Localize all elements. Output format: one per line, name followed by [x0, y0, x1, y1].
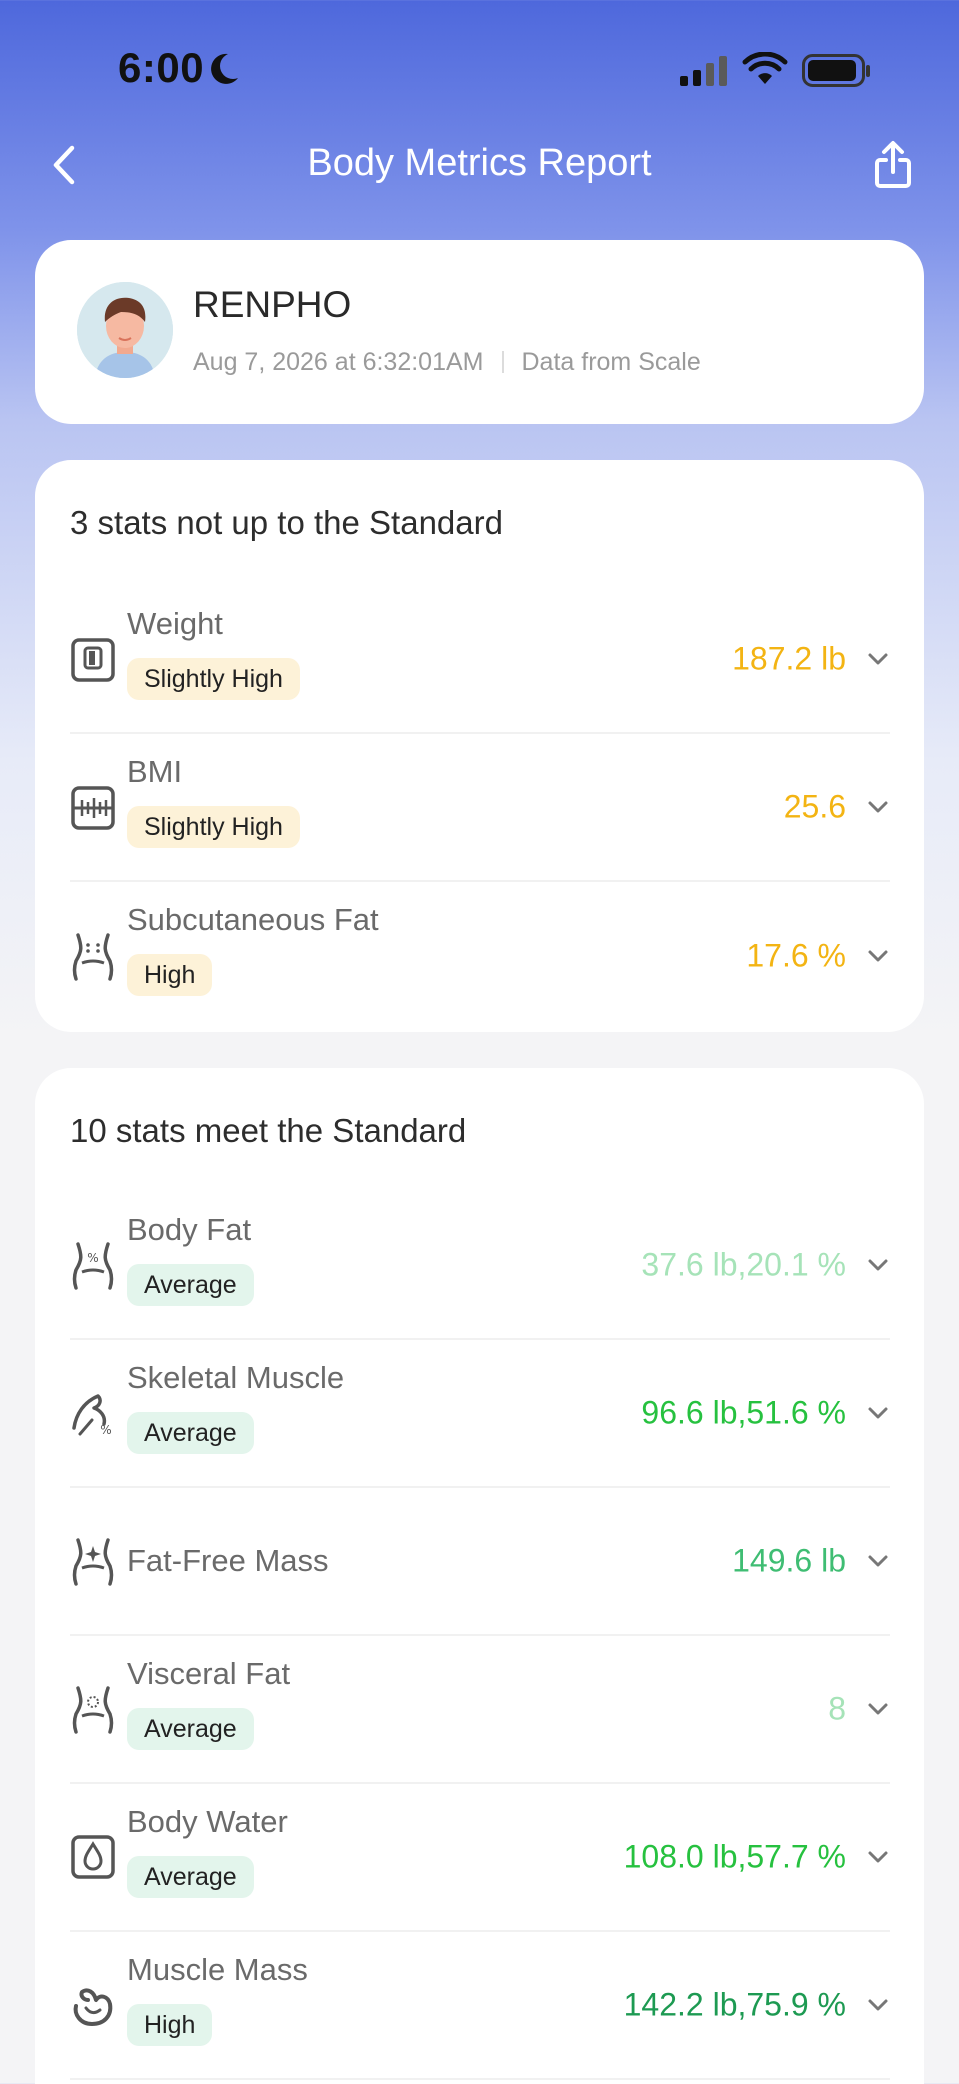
measurement-timestamp: Aug 7, 2026 at 6:32:01AM — [193, 348, 484, 376]
section-title: 10 stats meet the Standard — [70, 1112, 467, 1149]
chevron-down-icon[interactable] — [866, 1405, 890, 1421]
metric-value: 108.0 lb,57.7 % — [623, 1838, 846, 1875]
status-badge: Average — [127, 1708, 254, 1750]
status-badge: Slightly High — [127, 806, 300, 848]
profile-meta: Aug 7, 2026 at 6:32:01AM Data from Scale — [193, 348, 701, 377]
metric-label: Subcutaneous Fat — [127, 902, 379, 937]
chevron-down-icon[interactable] — [866, 1257, 890, 1273]
status-badge: Average — [127, 1856, 254, 1898]
chevron-down-icon[interactable] — [866, 948, 890, 964]
chevron-down-icon[interactable] — [866, 799, 890, 815]
metric-label: Fat-Free Mass — [127, 1543, 329, 1578]
meta-divider — [501, 351, 504, 373]
status-time: 6:00 — [118, 44, 205, 91]
profile-card: RENPHO Aug 7, 2026 at 6:32:01AM Data from… — [35, 240, 924, 424]
battery-icon — [802, 54, 870, 87]
wifi-icon — [742, 52, 788, 84]
chevron-down-icon[interactable] — [866, 1849, 890, 1865]
water-drop-icon — [71, 1835, 115, 1879]
torso-dots-icon — [72, 933, 114, 981]
metric-value: 149.6 lb — [732, 1542, 846, 1579]
not-standard-section: 3 stats not up to the Standard Weight Sl… — [35, 460, 924, 1032]
status-bar: 6:00 — [0, 0, 959, 140]
bmi-ruler-icon — [71, 786, 115, 830]
muscle-arm-icon: % — [72, 1394, 112, 1437]
profile-name: RENPHO — [193, 284, 352, 325]
chevron-down-icon[interactable] — [866, 651, 890, 667]
metric-value: 96.6 lb,51.6 % — [641, 1394, 846, 1431]
chevron-down-icon[interactable] — [866, 1997, 890, 2013]
torso-percent-icon: % — [72, 1242, 114, 1290]
metric-row-bmi[interactable]: BMI Slightly High 25.6 — [70, 734, 890, 882]
metric-row-body-fat[interactable]: % Body Fat Average 37.6 lb,20.1 % — [70, 1192, 890, 1340]
meets-standard-section: 10 stats meet the Standard % Body Fat Av… — [35, 1068, 924, 2084]
metric-row-muscle-mass[interactable]: Muscle Mass High 142.2 lb,75.9 % — [70, 1932, 890, 2080]
scale-icon — [71, 638, 115, 682]
metric-label: BMI — [127, 754, 183, 789]
status-badge: Average — [127, 1264, 254, 1306]
cellular-signal-icon — [680, 56, 727, 86]
metric-label: Skeletal Muscle — [127, 1360, 345, 1395]
data-source: Data from Scale — [521, 348, 701, 376]
status-badge: Slightly High — [127, 658, 300, 700]
metric-label: Visceral Fat — [127, 1656, 291, 1691]
metric-label: Weight — [127, 606, 223, 641]
page-title: Body Metrics Report — [307, 142, 652, 184]
metric-row-subcutaneous-fat[interactable]: Subcutaneous Fat High 17.6 % — [70, 882, 890, 1030]
metric-row-body-water[interactable]: Body Water Average 108.0 lb,57.7 % — [70, 1784, 890, 1932]
share-icon[interactable] — [872, 140, 914, 190]
torso-sparkle-icon — [72, 1538, 114, 1586]
metric-value: 17.6 % — [746, 937, 846, 974]
status-badge: High — [127, 2004, 213, 2046]
chevron-down-icon[interactable] — [866, 1553, 890, 1569]
svg-text:%: % — [87, 1251, 98, 1265]
metric-row-weight[interactable]: Weight Slightly High 187.2 lb — [70, 586, 890, 734]
torso-circle-icon — [72, 1686, 114, 1734]
metric-value: 142.2 lb,75.9 % — [623, 1986, 846, 2023]
avatar-illustration — [77, 282, 173, 378]
status-badge: High — [127, 954, 213, 996]
section-title: 3 stats not up to the Standard — [70, 504, 503, 541]
metric-value: 37.6 lb,20.1 % — [641, 1246, 846, 1283]
avatar — [77, 282, 173, 378]
metric-value: 8 — [828, 1690, 846, 1727]
metric-row-skeletal-muscle[interactable]: % Skeletal Muscle Average 96.6 lb,51.6 % — [70, 1340, 890, 1488]
metric-label: Body Fat — [127, 1212, 252, 1247]
status-badge: Average — [127, 1412, 254, 1454]
chevron-down-icon[interactable] — [866, 1701, 890, 1717]
moon-icon — [211, 53, 238, 84]
metric-row-visceral-fat[interactable]: Visceral Fat Average 8 — [70, 1636, 890, 1784]
metric-label: Body Water — [127, 1804, 288, 1839]
metric-row-fat-free-mass[interactable]: Fat-Free Mass 149.6 lb — [70, 1488, 890, 1636]
metric-value: 25.6 — [783, 788, 846, 825]
metric-value: 187.2 lb — [732, 640, 846, 677]
flexed-arm-icon — [73, 1988, 113, 2026]
metric-label: Muscle Mass — [127, 1952, 308, 1987]
svg-text:%: % — [100, 1423, 111, 1437]
